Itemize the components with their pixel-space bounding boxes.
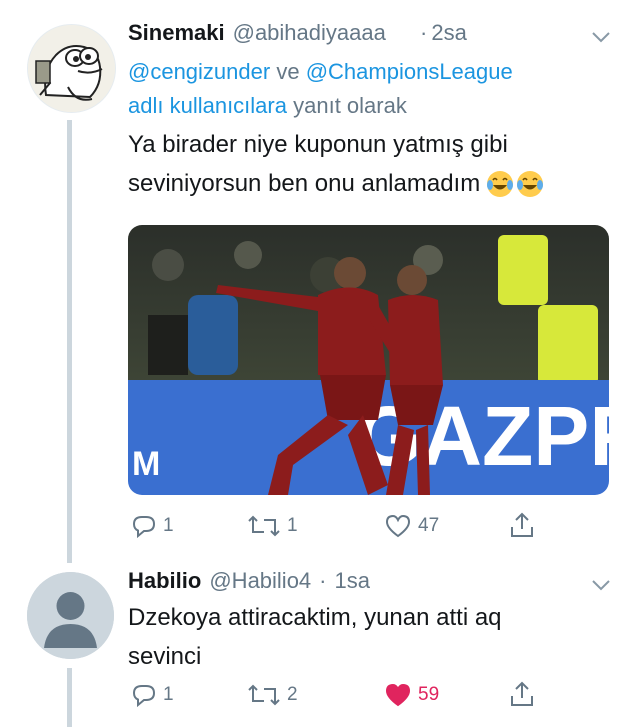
retweet-icon — [248, 684, 280, 706]
user-handle[interactable]: @abihadiyaaaa — [233, 20, 386, 46]
display-name[interactable]: Habilio — [128, 568, 201, 594]
retweet-icon — [248, 515, 280, 537]
like-button[interactable]: 47 — [384, 513, 439, 539]
retweet-button[interactable]: 2 — [247, 682, 298, 708]
tweet-photo[interactable]: GAZPR M — [128, 225, 609, 495]
banner-text-left: M — [132, 445, 160, 483]
tweet-text-line: Ya birader niye kuponun yatmış gibi — [128, 131, 508, 158]
tweet-text-line: seviniyorsun ben onu anlamadım — [128, 170, 481, 197]
like-count: 47 — [418, 515, 440, 536]
mention-championsleague[interactable]: @ChampionsLeague — [306, 59, 513, 84]
caret-down-icon[interactable] — [590, 26, 612, 53]
like-button[interactable]: 59 — [384, 682, 439, 708]
tweet-1-timestamp: · 2sa — [420, 20, 467, 46]
reply-suffix: yanıt olarak — [293, 93, 407, 118]
cartoon-avatar-icon — [28, 25, 115, 112]
avatar-sinemaki[interactable] — [27, 24, 116, 113]
like-icon — [385, 514, 411, 538]
separator-dot: · — [420, 20, 428, 45]
tweet-1-header: Sinemaki @abihadiyaaaa — [128, 20, 386, 46]
like-filled-icon — [385, 683, 411, 707]
reply-count: 1 — [163, 515, 174, 536]
display-name[interactable]: Sinemaki — [128, 20, 225, 46]
thread-connector-line — [67, 668, 72, 727]
tweet-text-line: sevinci — [128, 643, 202, 670]
thread-connector-line — [67, 120, 72, 563]
separator-dot: · — [319, 568, 327, 593]
retweet-count: 1 — [287, 515, 298, 536]
reply-icon — [132, 685, 156, 708]
share-icon — [511, 681, 533, 706]
reply-context: @cengizunder ve @ChampionsLeague adlı ku… — [128, 55, 598, 123]
reply-icon — [132, 516, 156, 539]
tweet-2-text: Dzekoya attiracaktim, yunan atti aq sevi… — [128, 598, 608, 676]
share-button[interactable] — [509, 680, 535, 708]
tweet-text-line: Dzekoya attiracaktim, yunan atti aq — [128, 604, 502, 631]
like-count: 59 — [418, 684, 440, 705]
mention-cengizunder[interactable]: @cengizunder — [128, 59, 270, 84]
tweet-2-header: Habilio @Habilio4 · 1sa — [128, 568, 370, 594]
reply-count: 1 — [163, 684, 174, 705]
reply-recipients-link[interactable]: adlı kullanıcılara — [128, 93, 287, 118]
joy-emoji-icon — [486, 170, 544, 198]
tweet-1-text: Ya birader niye kuponun yatmış gibi sevi… — [128, 125, 608, 203]
avatar-habilio[interactable] — [27, 572, 114, 659]
reply-button[interactable]: 1 — [131, 682, 174, 708]
timestamp[interactable]: 2sa — [431, 20, 466, 46]
share-button[interactable] — [509, 511, 535, 539]
retweet-button[interactable]: 1 — [247, 513, 298, 539]
share-icon — [511, 512, 533, 537]
timestamp[interactable]: 1sa — [335, 568, 370, 594]
retweet-count: 2 — [287, 684, 298, 705]
user-handle[interactable]: @Habilio4 — [209, 568, 311, 594]
reply-conjunction: ve — [276, 59, 300, 84]
default-avatar-icon — [27, 572, 114, 659]
reply-button[interactable]: 1 — [131, 513, 174, 539]
caret-down-icon[interactable] — [590, 574, 612, 601]
